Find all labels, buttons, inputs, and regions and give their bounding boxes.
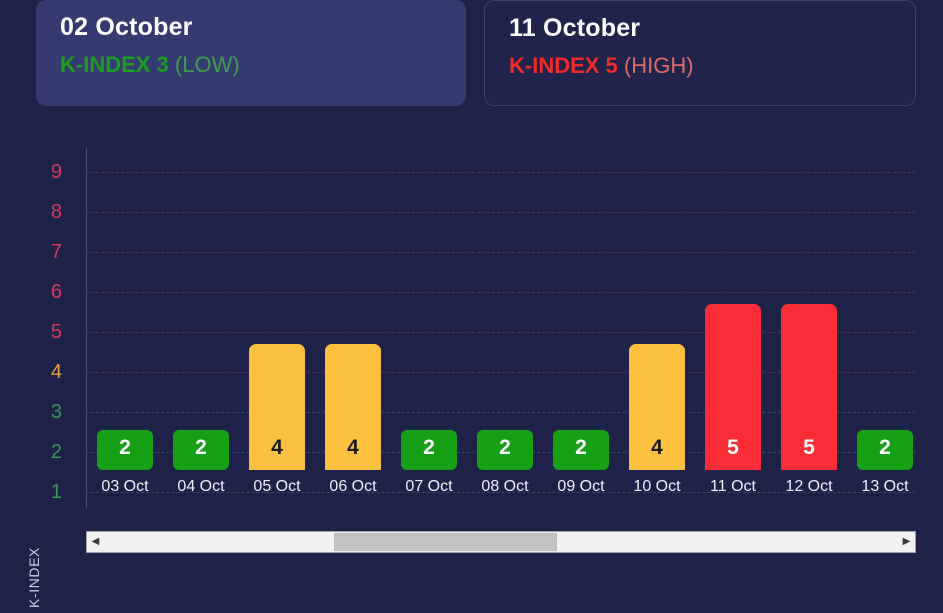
- bar-value-label: 2: [575, 436, 587, 459]
- bar-value-label: 5: [803, 436, 815, 459]
- bar-series: 2 03 Oct 2 04 Oct 4 05 Oct 4 06 Oct 2 07 Oct 2 08 O…: [86, 140, 916, 540]
- y-axis-tick-label: 5: [50, 321, 62, 343]
- bar-column[interactable]: 2: [173, 430, 229, 470]
- bar-value-label: 4: [651, 436, 663, 459]
- y-axis-tick-label: 9: [50, 161, 62, 183]
- scroll-right-arrow-icon[interactable]: ▶: [898, 532, 915, 552]
- bar[interactable]: 4: [629, 344, 685, 470]
- bar[interactable]: 2: [857, 430, 913, 470]
- k-index-dashboard: 02 October K-INDEX 3 (LOW) 11 October K-…: [0, 0, 943, 613]
- bar[interactable]: 4: [325, 344, 381, 470]
- bar[interactable]: 2: [477, 430, 533, 470]
- bar-column[interactable]: 4: [629, 344, 685, 470]
- summary-card-low[interactable]: 02 October K-INDEX 3 (LOW): [36, 0, 466, 106]
- summary-card-high[interactable]: 11 October K-INDEX 5 (HIGH): [484, 0, 916, 106]
- horizontal-scrollbar[interactable]: ◀ ▶: [86, 531, 916, 553]
- card-k-index: K-INDEX 3 (LOW): [60, 51, 446, 79]
- bar-value-label: 2: [879, 436, 891, 459]
- bar-value-label: 2: [195, 436, 207, 459]
- bar-column[interactable]: 4: [249, 344, 305, 470]
- card-k-index: K-INDEX 5 (HIGH): [509, 52, 895, 80]
- bar[interactable]: 5: [781, 304, 837, 470]
- y-axis-tick-label: 1: [50, 481, 62, 503]
- y-axis-tick-label: 2: [50, 441, 62, 463]
- card-k-value: K-INDEX 3: [60, 52, 169, 77]
- bar-column[interactable]: 4: [325, 344, 381, 470]
- y-axis-tick-label: 6: [50, 281, 62, 303]
- bar[interactable]: 5: [705, 304, 761, 470]
- bar-value-label: 2: [499, 436, 511, 459]
- card-date: 02 October: [60, 13, 193, 41]
- summary-cards: 02 October K-INDEX 3 (LOW) 11 October K-…: [36, 0, 916, 106]
- bar[interactable]: 2: [173, 430, 229, 470]
- bar[interactable]: 4: [249, 344, 305, 470]
- bar-value-label: 4: [271, 436, 283, 459]
- bar-column[interactable]: 2: [401, 430, 457, 470]
- bar[interactable]: 2: [553, 430, 609, 470]
- card-date: 11 October: [509, 14, 641, 42]
- scroll-left-arrow-icon[interactable]: ◀: [87, 532, 104, 552]
- bar-column[interactable]: 5: [705, 304, 761, 470]
- bar-column[interactable]: 2: [477, 430, 533, 470]
- card-k-level: (LOW): [174, 52, 240, 77]
- y-axis-title: K-INDEX: [26, 547, 42, 608]
- k-index-bar-chart: 9 8 7 6 5 4 3 2 1 2 03 Oct 2 04 Oct 4 05 Oct 4 06 Oct 2 0…: [0, 140, 943, 540]
- scrollbar-track[interactable]: [104, 532, 898, 552]
- scrollbar-thumb[interactable]: [334, 533, 557, 551]
- y-axis-tick-label: 8: [50, 201, 62, 223]
- bar[interactable]: 2: [401, 430, 457, 470]
- bar-value-label: 2: [119, 436, 131, 459]
- y-axis-tick-label: 3: [50, 401, 62, 423]
- x-axis-tick-label: 13 Oct: [861, 478, 909, 495]
- y-axis-tick-label: 7: [50, 241, 62, 263]
- bar-value-label: 5: [727, 436, 739, 459]
- y-axis-tick-label: 4: [50, 361, 62, 383]
- card-k-value: K-INDEX 5: [509, 53, 618, 78]
- card-k-level: (HIGH): [623, 53, 694, 78]
- bar-column[interactable]: 2: [97, 430, 153, 470]
- bar-value-label: 2: [423, 436, 435, 459]
- bar-column[interactable]: 2: [857, 430, 913, 470]
- bar-value-label: 4: [347, 436, 359, 459]
- bar-column[interactable]: 5: [781, 304, 837, 470]
- bar[interactable]: 2: [97, 430, 153, 470]
- bar-column[interactable]: 2: [553, 430, 609, 470]
